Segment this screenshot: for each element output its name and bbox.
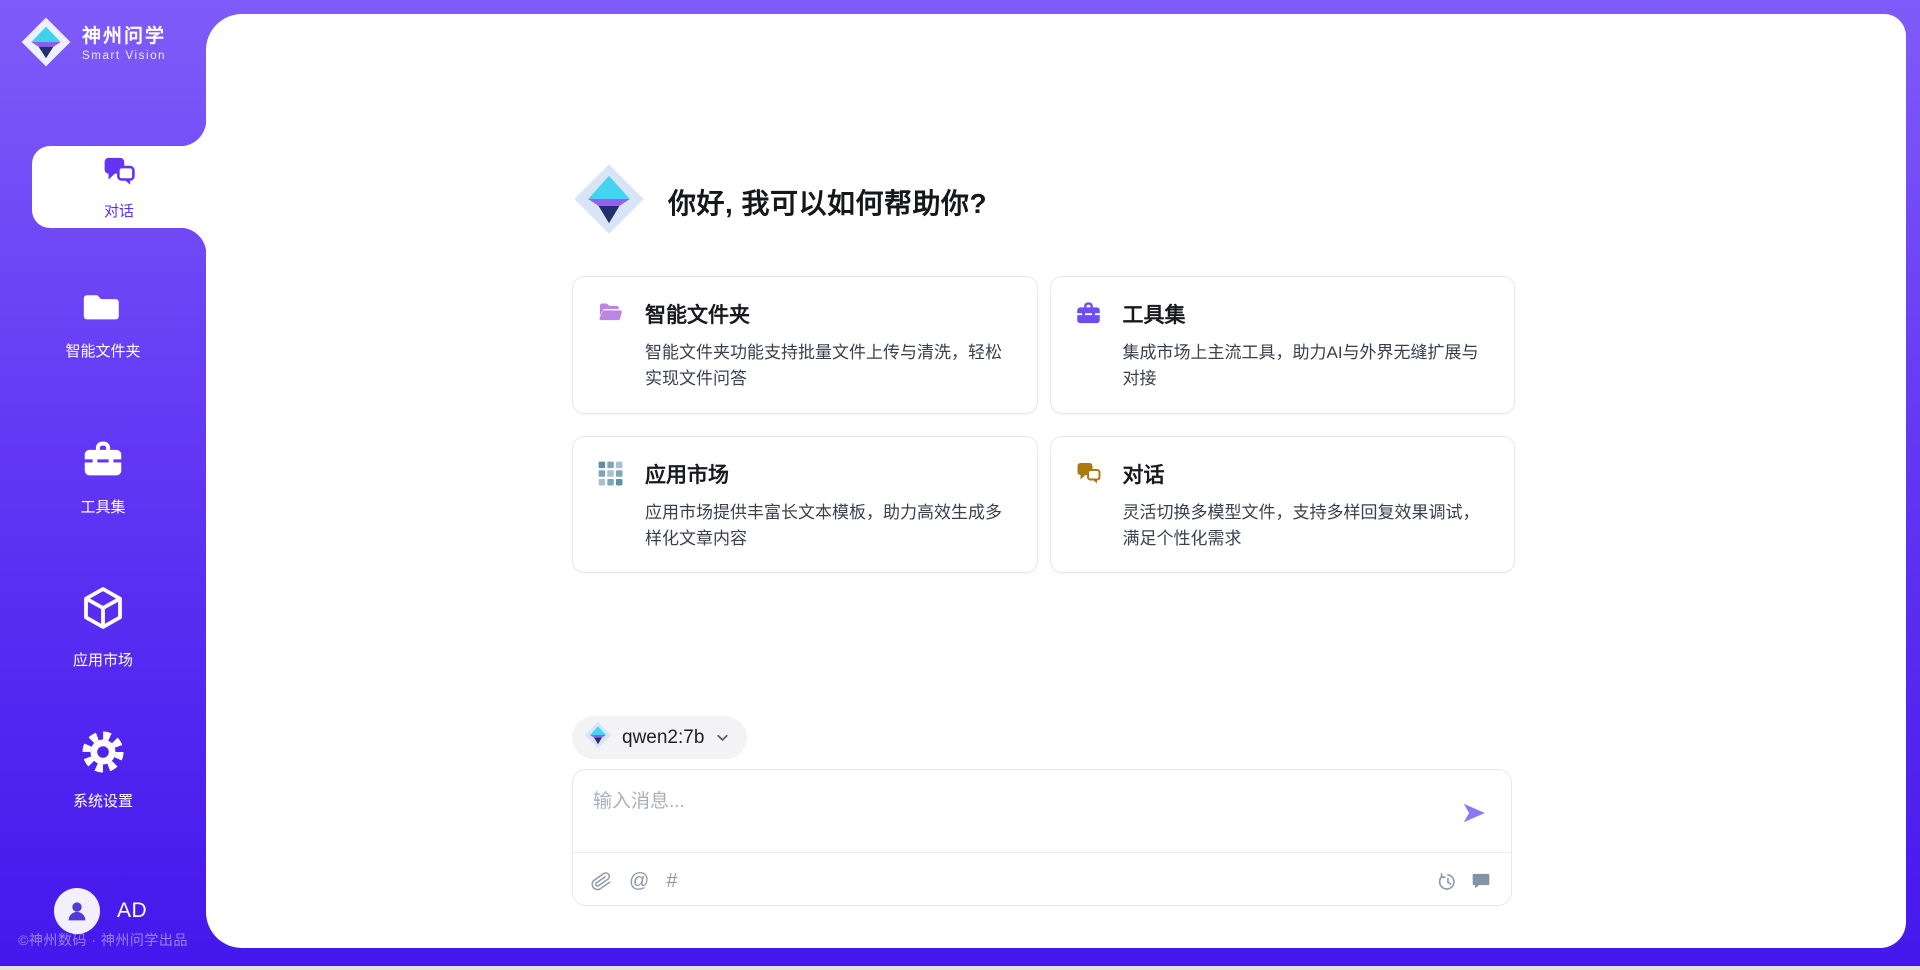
at-icon[interactable]: @ — [629, 871, 649, 891]
composer-toolbar: @ # — [591, 862, 1491, 900]
brand-name: 神州问学 — [82, 26, 166, 48]
model-name: qwen2:7b — [622, 727, 704, 749]
card-toolset[interactable]: 工具集 集成市场上主流工具，助力AI与外界无缝扩展与对接 — [1050, 276, 1516, 414]
copyright-text: ©神州数码 · 神州问学出品 — [0, 930, 206, 950]
card-description: 灵活切换多模型文件，支持多样回复效果调试，满足个性化需求 — [1123, 500, 1491, 553]
chat-icon — [1075, 459, 1123, 491]
feature-cards: 智能文件夹 智能文件夹功能支持批量文件上传与清洗，轻松实现文件问答 — [572, 276, 1515, 573]
chevron-down-icon — [714, 729, 731, 746]
card-description: 集成市场上主流工具，助力AI与外界无缝扩展与对接 — [1123, 340, 1491, 393]
sidebar-item-smart-folder[interactable]: 智能文件夹 — [0, 288, 206, 361]
briefcase-icon — [1075, 299, 1123, 331]
history-icon[interactable] — [1437, 871, 1458, 892]
composer-divider — [573, 852, 1511, 853]
assistant-diamond-icon — [572, 162, 646, 241]
cube-icon — [79, 583, 127, 638]
brand-subtitle: Smart Vision — [82, 50, 166, 63]
card-chat[interactable]: 对话 灵活切换多模型文件，支持多样回复效果调试，满足个性化需求 — [1050, 436, 1516, 574]
sidebar-item-label: 应用市场 — [73, 649, 133, 670]
sidebar-item-toolset[interactable]: 工具集 — [0, 438, 206, 517]
card-app-market[interactable]: 应用市场 应用市场提供丰富长文本模板，助力高效生成多样化文章内容 — [572, 436, 1038, 574]
model-selector[interactable]: qwen2:7b — [572, 716, 747, 759]
message-composer: @ # — [572, 769, 1512, 906]
send-icon[interactable] — [1461, 800, 1487, 826]
chat-bubble-icon[interactable] — [1471, 871, 1491, 891]
brand-logo: 神州问学 Smart Vision — [20, 16, 166, 73]
sidebar-item-label: 对话 — [104, 200, 134, 221]
avatar — [54, 888, 100, 934]
sidebar-item-app-market[interactable]: 应用市场 — [0, 583, 206, 670]
card-smart-folder[interactable]: 智能文件夹 智能文件夹功能支持批量文件上传与清洗，轻松实现文件问答 — [572, 276, 1038, 414]
app-background: 神州问学 Smart Vision 对话 智 — [0, 0, 1920, 966]
sidebar-item-label: 系统设置 — [73, 790, 133, 811]
sidebar: 神州问学 Smart Vision 对话 智 — [0, 0, 206, 966]
message-input[interactable] — [591, 784, 1449, 844]
greeting: 你好, 我可以如何帮助你? — [572, 162, 987, 241]
main-panel: 你好, 我可以如何帮助你? 智能文件夹 智能文件夹功能支持批量文件上传与清洗，轻… — [206, 14, 1906, 948]
hash-icon[interactable]: # — [666, 871, 677, 891]
user-initials: AD — [117, 899, 147, 923]
user-profile[interactable]: AD — [54, 888, 147, 934]
sidebar-item-label: 工具集 — [80, 496, 125, 517]
model-diamond-icon — [584, 721, 612, 754]
greeting-title: 你好, 我可以如何帮助你? — [668, 182, 987, 222]
card-description: 智能文件夹功能支持批量文件上传与清洗，轻松实现文件问答 — [645, 340, 1013, 393]
gear-icon — [81, 730, 125, 779]
card-title: 对话 — [1123, 459, 1491, 491]
card-description: 应用市场提供丰富长文本模板，助力高效生成多样化文章内容 — [645, 500, 1013, 553]
paperclip-icon[interactable] — [589, 869, 613, 893]
folder-icon — [82, 288, 124, 329]
briefcase-icon — [81, 438, 125, 485]
sidebar-item-chat[interactable]: 对话 — [32, 146, 206, 228]
card-title: 应用市场 — [645, 459, 1013, 491]
folder-open-icon — [597, 299, 645, 331]
sidebar-item-label: 智能文件夹 — [65, 340, 140, 361]
grid-icon — [597, 459, 645, 491]
card-title: 工具集 — [1123, 299, 1491, 331]
brand-diamond-icon — [20, 16, 72, 73]
card-title: 智能文件夹 — [645, 299, 1013, 331]
chat-icon — [101, 154, 137, 193]
sidebar-item-settings[interactable]: 系统设置 — [0, 730, 206, 811]
